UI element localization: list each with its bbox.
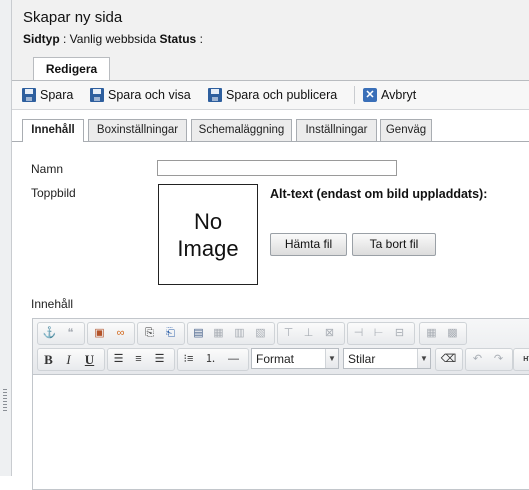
delete-col-icon[interactable]: ⊟ [391,325,408,342]
save-publish-label: Spara och publicera [226,88,338,102]
top-image-label: Toppbild [31,186,76,200]
cancel-label: Avbryt [381,88,417,102]
html-source-button[interactable]: HTML [515,351,529,368]
tab-boxinstallningar[interactable]: Boxinställningar [88,119,187,141]
tab-genvag[interactable]: Genväg [380,119,432,141]
numbered-list-icon[interactable]: ⒈ [202,351,219,368]
eraser-icon[interactable]: ⌫ [440,351,457,368]
save-view-label: Spara och visa [108,88,191,102]
no-image-placeholder: No Image [158,184,258,285]
left-panel-rail [0,0,12,476]
editor-paste-group: ⎘ ⎗ [137,322,185,345]
styles-select[interactable]: Stilar ▼ [343,348,431,369]
editor-eraser-group: ⌫ [435,348,463,371]
editor-split-group: ▦ ▩ [419,322,467,345]
table-row-icon[interactable]: ▦ [210,325,227,342]
page-title: Skapar ny sida [23,9,123,26]
sidtyp-label: Sidtyp [23,32,60,46]
editor-html-group: HTML [513,348,529,371]
name-label: Namn [31,162,64,176]
delete-row-icon[interactable]: ⊠ [321,325,338,342]
save-icon [22,88,36,102]
editor-table-group: ▤ ▦ ▥ ▧ [187,322,275,345]
page-header: Skapar ny sida Sidtyp : Vanlig webbsida … [12,0,529,82]
rich-text-editor: ⚓ ❝ ▣ ∞ ⎘ ⎗ ▤ ▦ ▥ ▧ ⊤ ⊥ ⊠ ⊣ ⊢ ⊟ ▦ ▩ B I … [32,318,529,490]
bold-button[interactable]: B [40,351,57,368]
paste-text-icon[interactable]: ⎘ [141,325,158,342]
editor-align-group: ☰ ≡ ☰ [107,348,175,371]
horizontal-rule-icon[interactable]: — [225,351,242,368]
content-label: Innehåll [31,297,74,311]
editor-column-group: ⊣ ⊢ ⊟ [347,322,415,345]
table-merge-icon[interactable]: ▧ [252,325,269,342]
editor-text-style-group: B I U [37,348,105,371]
no-image-text-line2: Image [177,235,239,261]
status-label: Status [159,32,197,46]
undo-icon[interactable]: ↶ [469,351,486,368]
action-toolbar: Spara Spara och visa Spara och publicera… [12,80,529,110]
chevron-down-icon: ▼ [417,349,430,368]
editor-media-group: ▣ ∞ [87,322,135,345]
anchor-icon[interactable]: ⚓ [41,325,58,342]
bullet-list-icon[interactable]: ⁝≡ [180,351,197,368]
editor-content-area[interactable] [33,375,529,489]
tab-innehall[interactable]: Innehåll [22,119,84,142]
save-view-icon [90,88,104,102]
cancel-button[interactable]: ✕ Avbryt [363,86,416,104]
editor-toolbar: ⚓ ❝ ▣ ∞ ⎘ ⎗ ▤ ▦ ▥ ▧ ⊤ ⊥ ⊠ ⊣ ⊢ ⊟ ▦ ▩ B I … [33,319,529,375]
image-icon[interactable]: ▣ [91,325,108,342]
toolbar-separator [354,86,355,104]
format-select-label: Format [256,352,295,366]
insert-col-after-icon[interactable]: ⊢ [370,325,387,342]
format-select[interactable]: Format ▼ [251,348,339,369]
name-input[interactable] [157,160,397,176]
blockquote-icon[interactable]: ❝ [62,325,79,342]
split-cell-icon[interactable]: ▦ [423,325,440,342]
table-cell-icon[interactable]: ▥ [231,325,248,342]
tab-redigera[interactable]: Redigera [33,57,110,81]
save-label: Spara [40,88,74,102]
insert-row-before-icon[interactable]: ⊤ [280,325,297,342]
paste-word-icon[interactable]: ⎗ [162,325,179,342]
table-icon[interactable]: ▤ [190,325,207,342]
sidtyp-value: : Vanlig webbsida [63,32,157,46]
save-button[interactable]: Spara [22,86,73,104]
save-publish-icon [208,88,222,102]
merge-cells-icon[interactable]: ▩ [444,325,461,342]
alt-text-label: Alt-text (endast om bild uppladdats): [270,187,488,201]
content-tabs: Innehåll Boxinställningar Schemaläggning… [12,119,529,142]
underline-button[interactable]: U [81,351,98,368]
fetch-file-button[interactable]: Hämta fil [270,233,347,256]
align-center-icon[interactable]: ≡ [130,351,147,368]
link-icon[interactable]: ∞ [112,325,129,342]
remove-file-button[interactable]: Ta bort fil [352,233,436,256]
redo-icon[interactable]: ↷ [490,351,507,368]
editor-undo-group: ↶ ↷ [465,348,513,371]
splitter-grip[interactable] [3,389,7,413]
styles-select-label: Stilar [348,352,376,366]
cancel-icon: ✕ [363,88,377,102]
no-image-text-line1: No [193,208,223,234]
insert-row-after-icon[interactable]: ⊥ [300,325,317,342]
italic-button[interactable]: I [60,351,77,368]
insert-col-before-icon[interactable]: ⊣ [350,325,367,342]
status-value: : [199,32,203,46]
editor-link-group: ⚓ ❝ [37,322,85,345]
align-left-icon[interactable]: ☰ [110,351,127,368]
align-right-icon[interactable]: ☰ [151,351,168,368]
editor-list-group: ⁝≡ ⒈ — [177,348,249,371]
save-and-publish-button[interactable]: Spara och publicera [208,86,337,104]
editor-row-group: ⊤ ⊥ ⊠ [277,322,345,345]
chevron-down-icon: ▼ [325,349,338,368]
save-and-view-button[interactable]: Spara och visa [90,86,191,104]
page-type-line: Sidtyp : Vanlig webbsida Status : [23,32,203,46]
tab-installningar[interactable]: Inställningar [296,119,377,141]
tab-schemalaggning[interactable]: Schemaläggning [191,119,292,141]
